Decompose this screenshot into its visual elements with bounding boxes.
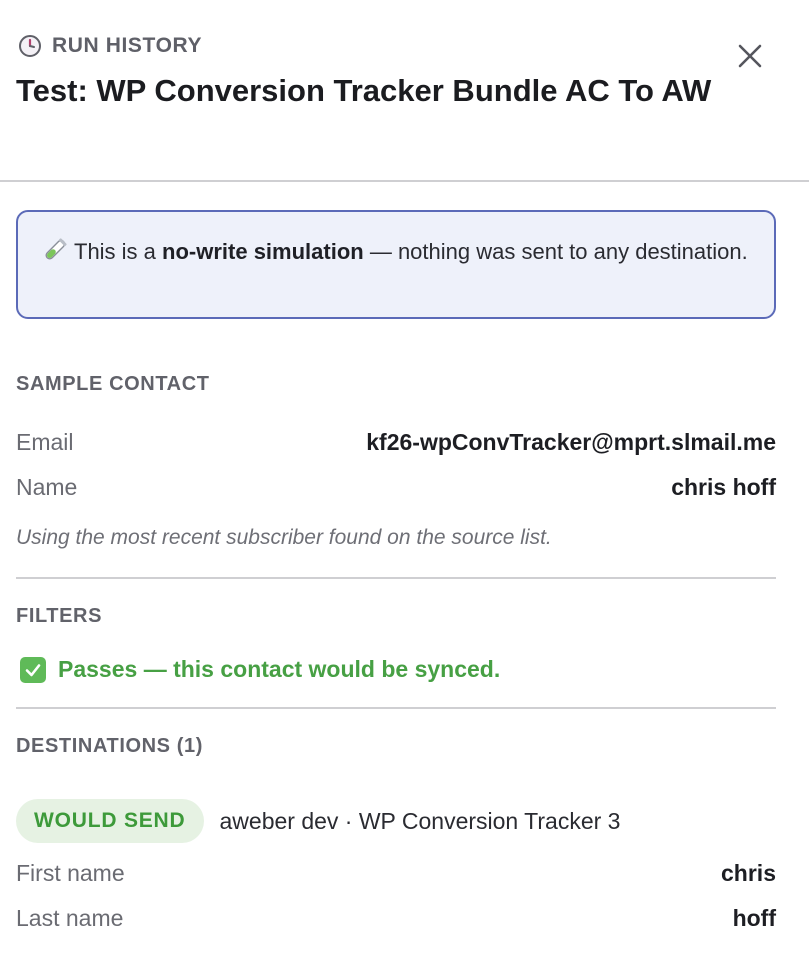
notice-prefix: This is a [74, 239, 163, 264]
contact-name-key: Name [16, 473, 78, 500]
divider [16, 707, 776, 709]
field-first-name-row: First name chris [16, 856, 776, 890]
filter-result: Passes — this contact would be synced. [20, 656, 500, 683]
field-last-name-value: hoff [732, 904, 776, 931]
field-first-name-value: chris [721, 859, 776, 886]
page-title: Test: WP Conversion Tracker Bundle AC To… [16, 73, 712, 108]
eyebrow-label: RUN HISTORY [52, 34, 203, 57]
simulation-notice: This is a no-write simulation — nothing … [16, 210, 776, 319]
destination-item: WOULD SEND aweber dev · WP Conversion Tr… [16, 799, 620, 843]
contact-email-row: Email kf26-wpConvTracker@mprt.slmail.me [16, 425, 776, 459]
field-first-name-key: First name [16, 859, 125, 886]
sample-contact-heading: SAMPLE CONTACT [16, 373, 210, 395]
panel-header: RUN HISTORY Test: WP Conversion Tracker … [0, 0, 809, 182]
test-tube-icon [42, 237, 68, 263]
notice-suffix: — nothing was sent to any destination. [363, 239, 748, 264]
notice-emphasis: no-write simulation [162, 239, 364, 264]
contact-email-value: kf26-wpConvTracker@mprt.slmail.me [366, 428, 776, 455]
run-history-panel: RUN HISTORY Test: WP Conversion Tracker … [0, 0, 809, 956]
close-button[interactable] [734, 42, 766, 74]
divider [16, 577, 776, 579]
sample-contact-note: Using the most recent subscriber found o… [16, 526, 552, 549]
status-badge: WOULD SEND [16, 799, 204, 843]
field-last-name-key: Last name [16, 904, 124, 931]
destination-target: aweber dev · WP Conversion Tracker 3 [219, 807, 621, 834]
filters-heading: FILTERS [16, 605, 103, 627]
eyebrow: RUN HISTORY [18, 34, 202, 58]
clock-icon [18, 34, 42, 58]
contact-name-row: Name chris hoff [16, 470, 776, 504]
close-icon [736, 42, 764, 75]
destinations-heading: DESTINATIONS (1) [16, 735, 204, 757]
contact-email-key: Email [16, 428, 74, 455]
field-last-name-row: Last name hoff [16, 901, 776, 935]
check-icon [20, 656, 46, 683]
filter-result-text: Passes — this contact would be synced. [58, 656, 501, 682]
contact-name-value: chris hoff [671, 473, 776, 500]
